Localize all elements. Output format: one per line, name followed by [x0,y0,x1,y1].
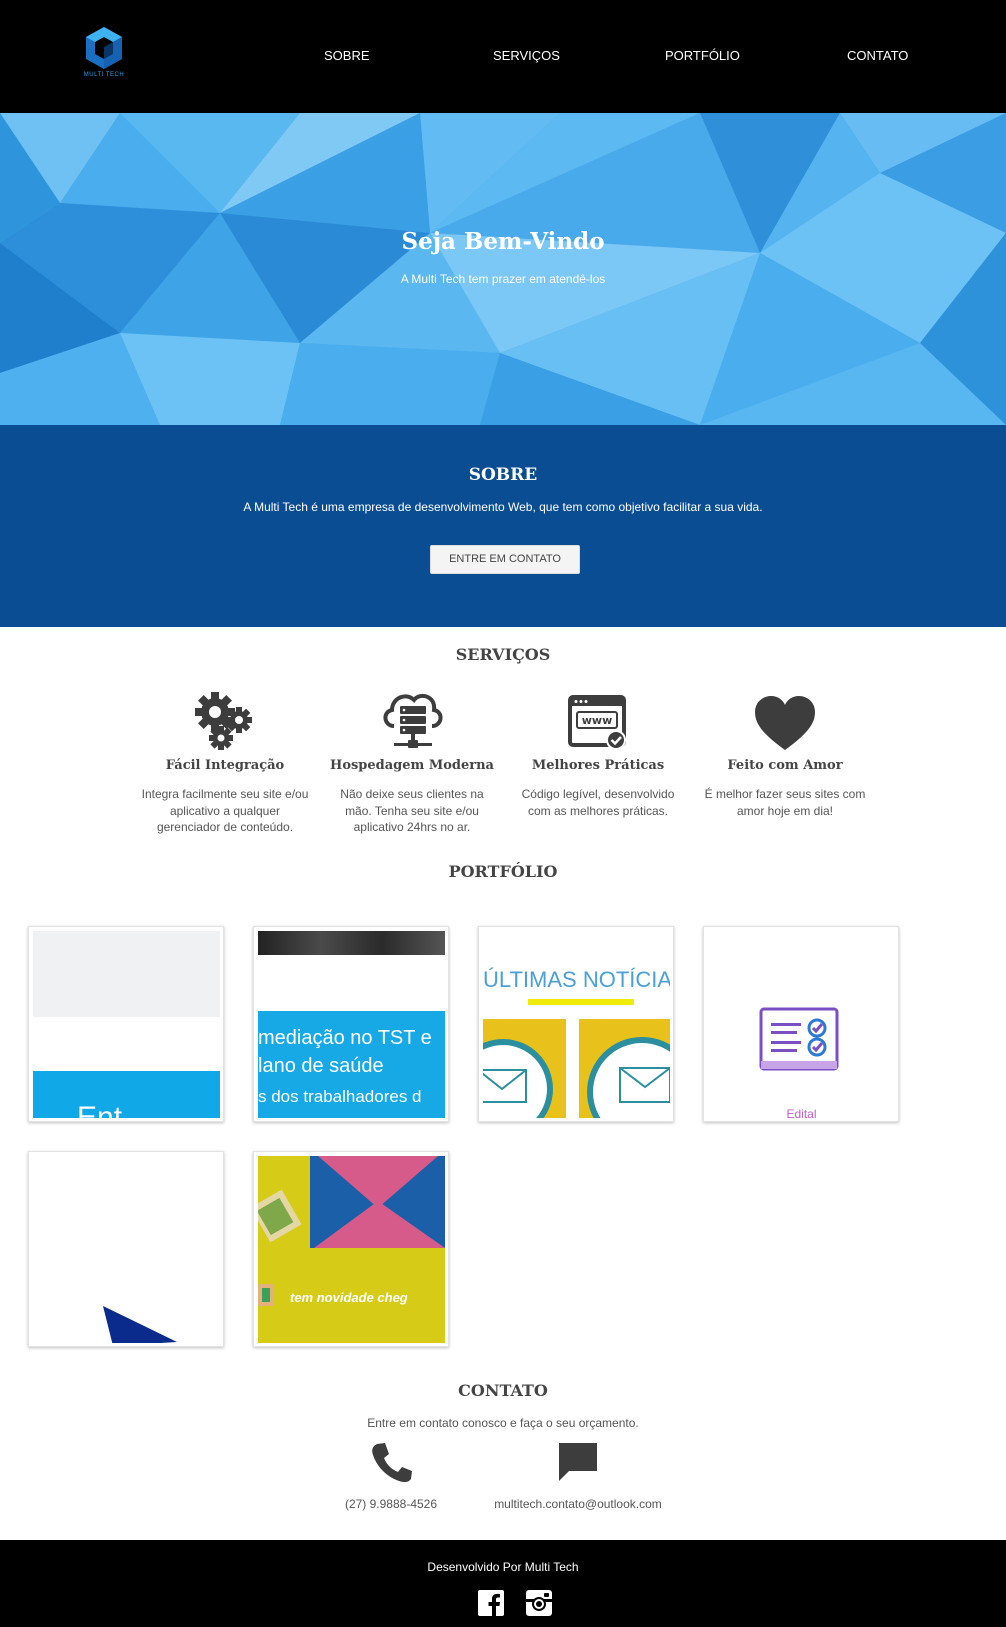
nav-contato[interactable]: CONTATO [847,48,908,63]
low-poly-background [0,113,1006,425]
portfolio-card-line: lano de saúde [258,1055,384,1077]
logo[interactable]: MULTI TECH [80,24,128,84]
phone-number[interactable]: (27) 9.9888-4526 [330,1497,452,1511]
portfolio-card-line: mediação no TST e [258,1027,432,1049]
footer: Desenvolvido Por Multi Tech [0,1540,1006,1627]
instagram-icon[interactable] [526,1590,552,1616]
service-title: Melhores Práticas [531,758,665,773]
service-desc: Integra facilmente seu site e/ou aplicat… [141,787,309,834]
sobre-title: SOBRE [468,465,538,485]
portfolio-card[interactable] [28,1151,224,1347]
portfolio-title: PORTFÓLIO [448,862,558,881]
nav-servicos[interactable]: SERVIÇOS [493,48,560,63]
service-desc: É melhor fazer seus sites com amor hoje … [704,787,866,818]
service-title: Fácil Integração [165,758,285,773]
envelope-graphic [258,1156,445,1343]
portfolio-card-line: s dos trabalhadores d [258,1087,422,1106]
hero-banner: Seja Bem-Vindo A Multi Tech tem prazer e… [0,113,1006,425]
phone-icon [372,1443,412,1483]
email-address[interactable]: multitech.contato@outlook.com [480,1497,676,1511]
cloud-server-icon [327,686,497,752]
service-item: Hospedagem Moderna Não deixe seus client… [327,686,497,836]
contato-title: CONTATO [458,1381,548,1400]
logo-text: MULTI TECH [83,72,125,78]
svg-text:www: www [582,714,613,727]
portfolio-thumbnail: Ent [33,931,220,1118]
portfolio-card-text: Ent [77,1101,123,1118]
chat-bubble-icon [559,1443,597,1481]
servicos-title: SERVIÇOS [455,645,551,664]
service-title: Feito com Amor [727,758,843,773]
contato-subtitle: Entre em contato conosco e faça o seu or… [367,1416,639,1430]
portfolio-thumbnail: tem novidade cheg [258,1156,445,1343]
contact-button[interactable]: ENTRE EM CONTATO [430,545,580,574]
document-checklist-icon [759,1007,839,1071]
portfolio-thumbnail: ÚLTIMAS NOTÍCIA [483,931,670,1118]
hero-subtitle: A Multi Tech tem prazer em atendê-los [400,272,606,286]
hexagon-logo-icon [86,27,122,69]
facebook-icon[interactable] [478,1590,504,1616]
portfolio-thumbnail: Edital [708,931,895,1118]
footer-text: Desenvolvido Por Multi Tech [427,1560,579,1574]
portfolio-thumbnail [33,1156,220,1343]
triangle-graphic [103,1306,177,1343]
service-title: Hospedagem Moderna [330,758,494,773]
portfolio-card[interactable]: Ent [28,926,224,1122]
portfolio-card-caption: tem novidade cheg [290,1290,408,1305]
service-item: Feito com Amor É melhor fazer seus sites… [700,686,870,819]
hero-title: Seja Bem-Vindo [401,228,605,255]
portfolio-card-label: Edital [786,1107,817,1118]
portfolio-card[interactable]: mediação no TST e lano de saúde s dos tr… [253,926,449,1122]
heart-icon [700,686,870,752]
nav-portfolio[interactable]: PORTFÓLIO [665,48,740,63]
sobre-text: A Multi Tech é uma empresa de desenvolvi… [243,500,763,514]
portfolio-thumbnail: mediação no TST e lano de saúde s dos tr… [258,931,445,1118]
nav-sobre[interactable]: SOBRE [324,48,370,63]
gears-icon [140,686,310,752]
email-contact[interactable]: multitech.contato@outlook.com [480,1440,676,1511]
phone-contact[interactable]: (27) 9.9888-4526 [330,1440,452,1511]
service-item: Fácil Integração Integra facilmente seu … [140,686,310,836]
service-desc: Código legível, desenvolvido com as melh… [521,787,675,818]
portfolio-card-headline: ÚLTIMAS NOTÍCIA [483,967,670,992]
sobre-section: SOBRE A Multi Tech é uma empresa de dese… [0,425,1006,627]
browser-www-icon: www [513,686,683,752]
portfolio-card[interactable]: ÚLTIMAS NOTÍCIA [478,926,674,1122]
portfolio-card[interactable]: tem novidade cheg [253,1151,449,1347]
portfolio-card[interactable]: Edital [703,926,899,1122]
service-item: www Melhores Práticas Código legível, de… [513,686,683,819]
service-desc: Não deixe seus clientes na mão. Tenha se… [340,787,484,834]
navbar: MULTI TECH SOBRE SERVIÇOS PORTFÓLIO CONT… [0,0,1006,113]
